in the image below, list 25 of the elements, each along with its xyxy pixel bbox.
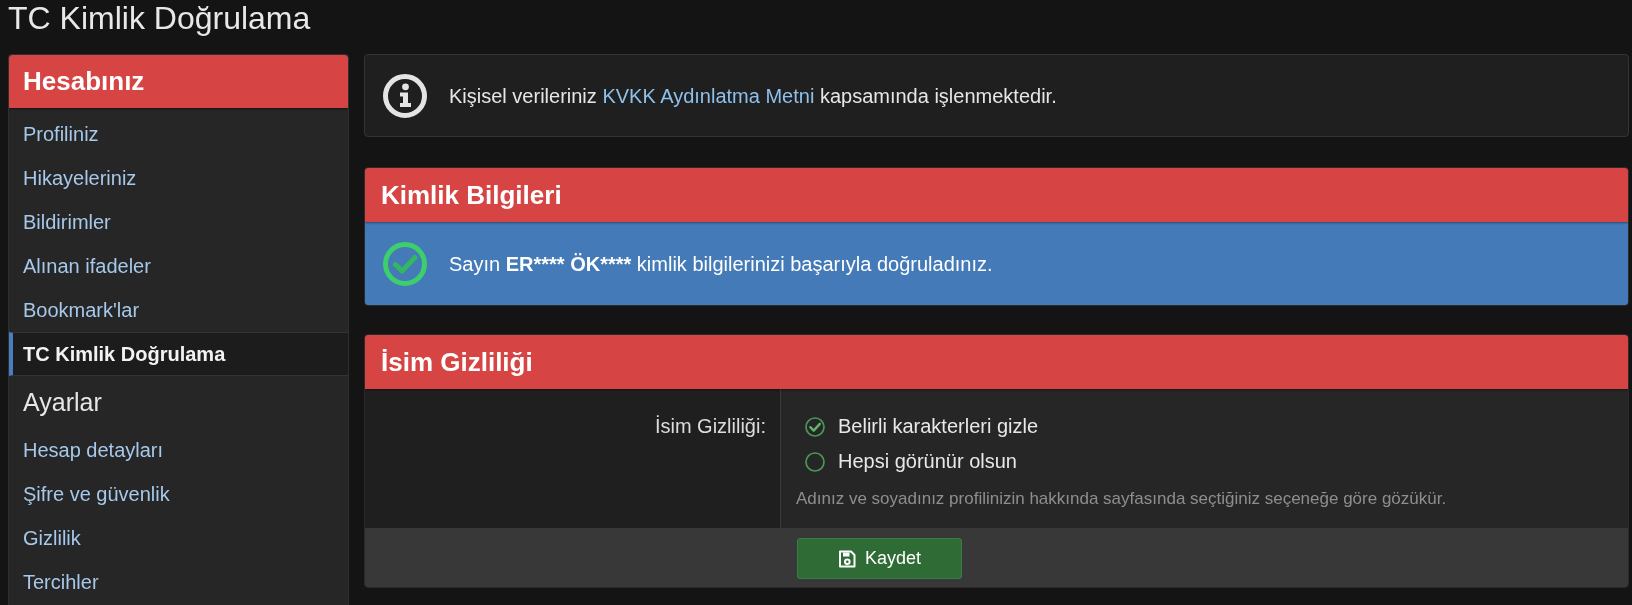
radio-option[interactable]: Belirli karakterleri gizle: [796, 409, 1039, 444]
success-message: Sayın ER**** ÖK**** kimlik bilgilerinizi başarıyla doğruladınız.: [449, 251, 993, 277]
sidebar-item[interactable]: Bildirimler: [9, 200, 348, 244]
sidebar-item[interactable]: Alınan ifadeler: [9, 244, 348, 288]
notice-text: Kişisel verileriniz KVKK Aydınlatma Metni kapsamında işlenmektedir.: [449, 83, 1057, 109]
page-title: TC Kimlik Doğrulama: [8, 0, 311, 36]
section-header: İsim Gizliliği: [365, 335, 1628, 389]
save-button[interactable]: Kaydet: [797, 538, 962, 579]
kvkk-link[interactable]: KVKK Aydınlatma Metni: [602, 84, 815, 107]
radio-option[interactable]: Hepsi görünür olsun: [796, 444, 1017, 479]
sidebar-heading: Hesabınız: [9, 55, 348, 108]
sidebar-item[interactable]: Gizlilik: [9, 516, 348, 560]
sidebar-item[interactable]: Hikayeleriniz: [9, 156, 348, 200]
field-hint: Adınız ve soyadınız profilinizin hakkında sayfasında seçtiğiniz seçeneğe göre gözükür.: [796, 488, 1447, 510]
info-icon: [383, 73, 427, 118]
sidebar-item[interactable]: TC Kimlik Doğrulama: [9, 332, 348, 376]
field-label: İsim Gizliliği:: [654, 415, 766, 437]
check-circle-icon: [383, 241, 427, 286]
sidebar-item[interactable]: Tercihler: [9, 560, 348, 604]
sidebar-item[interactable]: Hesap detayları: [9, 428, 348, 472]
sidebar-item[interactable]: Profiliniz: [9, 112, 348, 156]
sidebar-heading: Ayarlar: [22, 387, 103, 418]
sidebar-item[interactable]: Bookmark'lar: [9, 288, 348, 332]
section-header: Kimlik Bilgileri: [365, 168, 1628, 222]
sidebar-item[interactable]: Şifre ve güvenlik: [9, 472, 348, 516]
